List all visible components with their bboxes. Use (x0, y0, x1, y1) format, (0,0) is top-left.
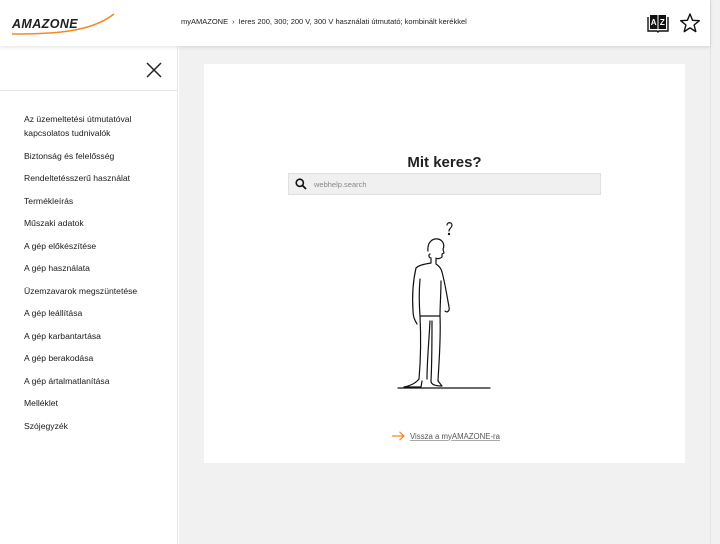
glossary-button[interactable]: A Z (647, 12, 669, 34)
breadcrumb-separator: › (232, 17, 235, 26)
close-sidebar-button[interactable] (145, 61, 163, 79)
arrow-right-icon (392, 431, 405, 441)
main-content: Mit keres? webhelp.search Vissza a myAMA… (179, 46, 710, 544)
sidebar: Az üzemeltetési útmutatóval kapcsolatos … (0, 46, 178, 544)
sidebar-item-muszaki-adatok[interactable]: Műszaki adatok (24, 216, 174, 230)
search-input[interactable] (314, 179, 594, 189)
sidebar-item-szojegyzek[interactable]: Szójegyzék (24, 419, 174, 433)
sidebar-item-berakodas[interactable]: A gép berakodása (24, 351, 174, 365)
breadcrumb-current: Ieres 200, 300; 200 V, 300 V használati … (238, 17, 467, 26)
amazone-logo[interactable]: AMAZONE (10, 12, 116, 36)
sidebar-item-elokeszites[interactable]: A gép előkészítése (24, 239, 174, 253)
page-scrollbar[interactable] (710, 0, 720, 544)
glossary-az-book-icon: A Z (647, 15, 669, 33)
sidebar-nav: Az üzemeltetési útmutatóval kapcsolatos … (24, 112, 174, 441)
not-found-card: Mit keres? webhelp.search Vissza a myAMA… (204, 64, 685, 463)
sidebar-item-rendeltetes[interactable]: Rendeltetésszerű használat (24, 171, 174, 185)
sidebar-item-tudnivalok[interactable]: Az üzemeltetési útmutatóval kapcsolatos … (24, 112, 174, 140)
sidebar-item-karbantartas[interactable]: A gép karbantartása (24, 329, 174, 343)
favorite-button[interactable] (679, 12, 701, 34)
back-link-label: Vissza a myAMAZONE-ra (410, 431, 500, 441)
sidebar-item-artalmatlanitas[interactable]: A gép ártalmatlanítása (24, 374, 174, 388)
confused-man-illustration (397, 222, 491, 389)
close-x-icon (146, 62, 162, 78)
breadcrumb-home-link[interactable]: myAMAZONE (181, 17, 228, 26)
search-box[interactable] (288, 173, 601, 195)
breadcrumb: myAMAZONE › Ieres 200, 300; 200 V, 300 V h… (181, 17, 467, 26)
sidebar-header (0, 46, 177, 91)
sidebar-item-hasznalat[interactable]: A gép használata (24, 261, 174, 275)
sidebar-item-melleklet[interactable]: Melléklet (24, 396, 174, 410)
sidebar-item-leallitas[interactable]: A gép leállítása (24, 306, 174, 320)
page-title: Mit keres? (407, 154, 482, 171)
back-to-myamazone-link[interactable]: Vissza a myAMAZONE-ra (392, 431, 500, 441)
logo-text: AMAZONE (12, 17, 78, 31)
sidebar-item-uzemzavarok[interactable]: Üzemzavarok megszüntetése (24, 284, 174, 298)
sidebar-item-biztonsag[interactable]: Biztonság és felelősség (24, 149, 174, 163)
star-outline-icon (680, 13, 700, 33)
search-icon (295, 178, 307, 190)
sidebar-item-termekleiras[interactable]: Termékleírás (24, 194, 174, 208)
svg-text:Z: Z (660, 18, 665, 27)
app-header: AMAZONE myAMAZONE › Ieres 200, 300; 200 V,… (0, 0, 710, 46)
svg-text:A: A (651, 18, 657, 27)
